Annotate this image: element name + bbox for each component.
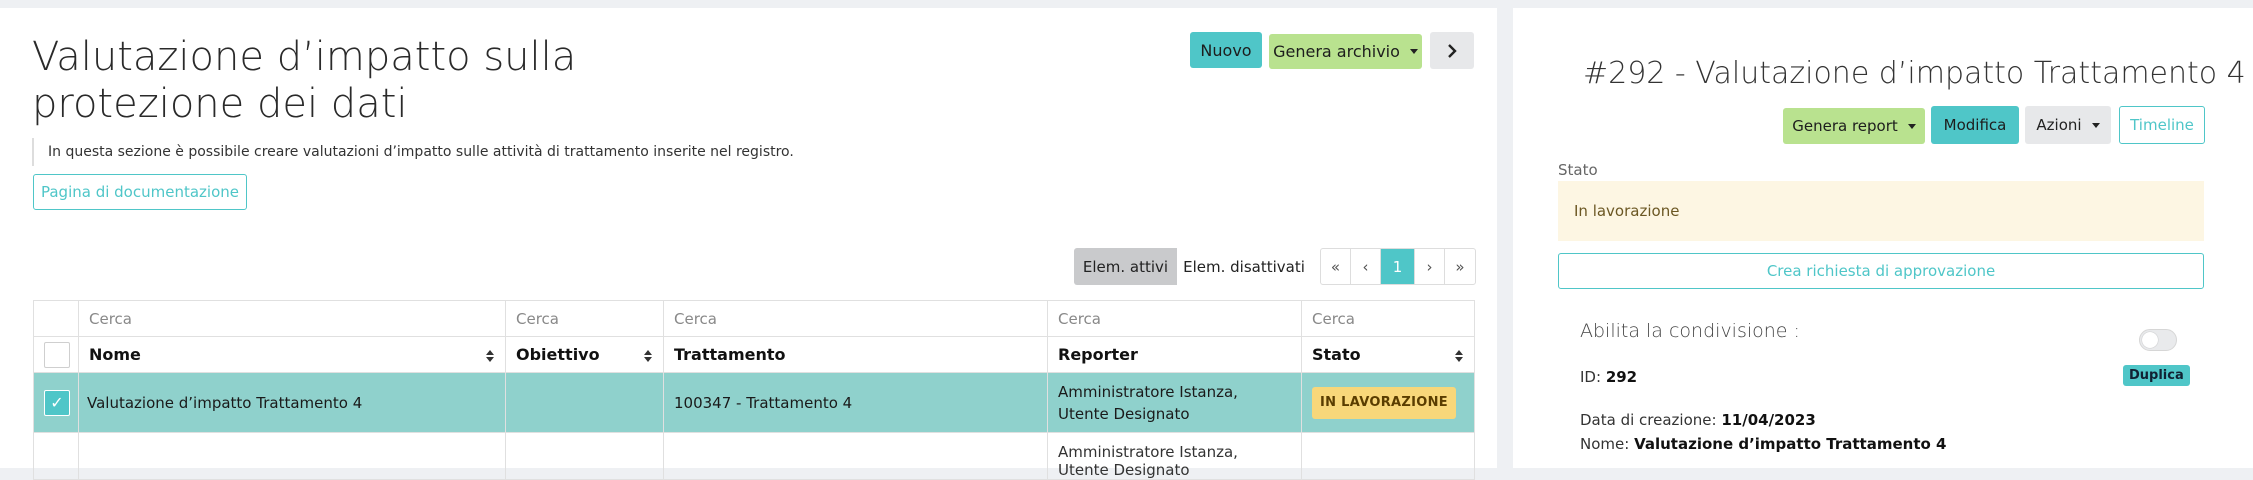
table-row[interactable]: Amministratore Istanza, Utente Designato <box>33 432 1475 480</box>
created-line: Data di creazione: 11/04/2023 <box>1580 411 1816 429</box>
table-row[interactable]: ✓ Valutazione d’impatto Trattamento 4 10… <box>33 372 1475 433</box>
select-all-checkbox[interactable] <box>44 341 70 368</box>
generate-archive-label: Genera archivio <box>1273 42 1400 61</box>
next-panel-button[interactable] <box>1430 32 1474 69</box>
intro-text: In questa sezione è possibile creare val… <box>32 138 794 166</box>
search-stato-input[interactable]: Cerca <box>1301 300 1475 337</box>
cell-obiettivo <box>505 372 664 433</box>
column-header-trattamento[interactable]: Trattamento <box>663 336 1048 373</box>
row-checkbox[interactable]: ✓ <box>44 389 70 416</box>
chevron-right-icon <box>1448 43 1457 58</box>
status-badge: IN LAVORAZIONE <box>1312 386 1456 419</box>
cell-trattamento: 100347 - Trattamento 4 <box>663 372 1048 433</box>
sort-icon <box>486 350 495 362</box>
cell-nome: Valutazione d’impatto Trattamento 4 <box>78 372 506 433</box>
caret-down-icon <box>1907 123 1916 129</box>
sort-icon <box>644 350 653 362</box>
column-header-obiettivo[interactable]: Obiettivo <box>505 336 664 373</box>
generate-report-button[interactable]: Genera report <box>1783 108 1925 144</box>
new-button[interactable]: Nuovo <box>1190 32 1262 68</box>
list-panel: Valutazione d’impatto sulla protezione d… <box>0 8 1497 480</box>
id-line: ID: 292 <box>1580 368 1638 386</box>
search-trattamento-input[interactable]: Cerca <box>663 300 1048 337</box>
duplicate-button[interactable]: Duplica <box>2123 365 2190 386</box>
pagination: « ‹ 1 › » <box>1320 248 1476 285</box>
active-items-button[interactable]: Elem. attivi <box>1074 248 1177 285</box>
sharing-toggle[interactable] <box>2139 329 2177 351</box>
cell-reporter: Amministratore Istanza, Utente Designato <box>1047 372 1302 433</box>
actions-label: Azioni <box>2036 116 2082 134</box>
edit-button[interactable]: Modifica <box>1931 106 2019 144</box>
pager-prev[interactable]: ‹ <box>1351 249 1381 284</box>
page-title: Valutazione d’impatto sulla protezione d… <box>32 34 577 127</box>
name-line: Nome: Valutazione d’impatto Trattamento … <box>1580 435 1947 453</box>
generate-archive-button[interactable]: Genera archivio <box>1269 34 1422 69</box>
detail-title: #292 - Valutazione d’impatto Trattamento… <box>1583 56 2246 91</box>
column-header-stato[interactable]: Stato <box>1301 336 1475 373</box>
caret-down-icon <box>1409 49 1418 54</box>
documentation-button[interactable]: Pagina di documentazione <box>33 174 247 210</box>
pager-last[interactable]: » <box>1445 249 1475 284</box>
timeline-button[interactable]: Timeline <box>2119 106 2205 144</box>
created-value: 11/04/2023 <box>1721 411 1816 429</box>
name-value: Valutazione d’impatto Trattamento 4 <box>1634 435 1947 453</box>
search-reporter-input[interactable]: Cerca <box>1047 300 1302 337</box>
cell-reporter: Amministratore Istanza, Utente Designato <box>1047 432 1302 480</box>
inactive-items-button[interactable]: Elem. disattivati <box>1177 248 1311 285</box>
column-header-reporter[interactable]: Reporter <box>1047 336 1302 373</box>
sort-icon <box>1455 350 1464 362</box>
search-nome-input[interactable]: Cerca <box>78 300 506 337</box>
caret-down-icon <box>2091 122 2100 128</box>
detail-panel: #292 - Valutazione d’impatto Trattamento… <box>1513 8 2253 468</box>
column-header-nome[interactable]: Nome <box>78 336 506 373</box>
search-row: Cerca Cerca Cerca Cerca Cerca <box>33 300 1475 337</box>
create-approval-request-button[interactable]: Crea richiesta di approvazione <box>1558 253 2204 289</box>
id-value: 292 <box>1605 368 1638 386</box>
stato-label: Stato <box>1558 161 1598 179</box>
pager-next[interactable]: › <box>1415 249 1445 284</box>
pager-first[interactable]: « <box>1321 249 1351 284</box>
header-row: Nome Obiettivo Trattamento Reporter Stat… <box>33 336 1475 373</box>
actions-button[interactable]: Azioni <box>2025 106 2111 144</box>
pager-current[interactable]: 1 <box>1381 249 1415 284</box>
dpia-table: Cerca Cerca Cerca Cerca Cerca Nome Obiet… <box>33 300 1475 480</box>
sharing-label: Abilita la condivisione : <box>1580 320 1800 342</box>
generate-report-label: Genera report <box>1792 117 1898 135</box>
search-obiettivo-input[interactable]: Cerca <box>505 300 664 337</box>
stato-value: In lavorazione <box>1558 181 2204 241</box>
